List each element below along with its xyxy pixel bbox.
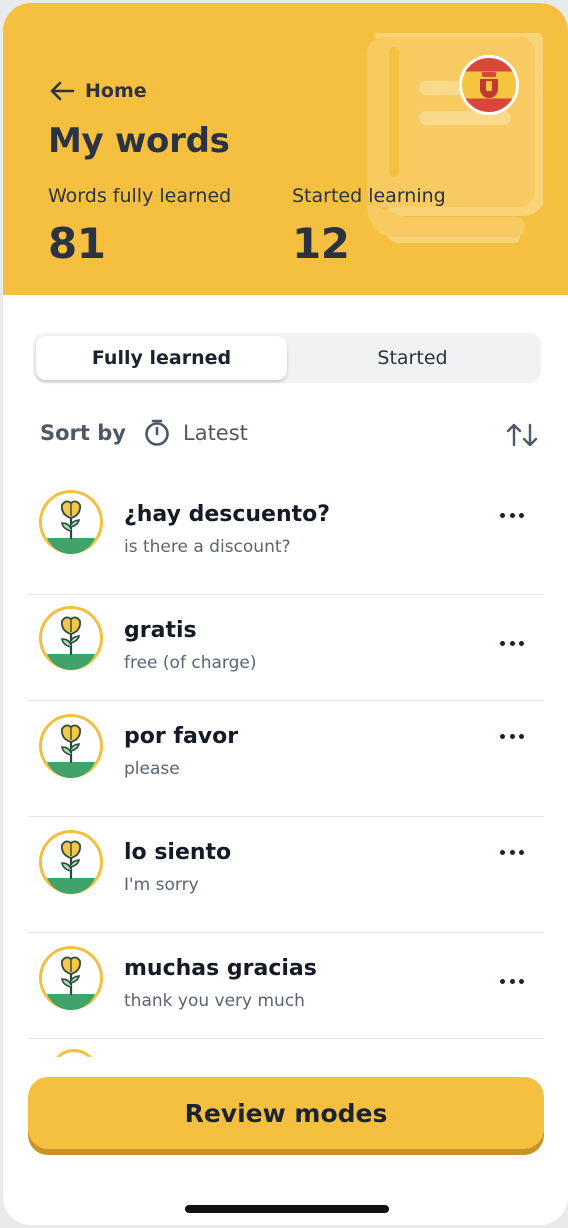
header: Home My words Words fully learned 81 Sta… [3, 3, 568, 295]
flower-badge-icon [39, 946, 103, 1010]
list-item[interactable]: lo siento I'm sorry [28, 817, 544, 933]
review-modes-button[interactable]: Review modes [28, 1077, 544, 1149]
stat-label-started: Started learning [292, 185, 446, 207]
list-item[interactable]: ¿hay descuento? is there a discount? [28, 475, 544, 595]
stat-label-fully-learned: Words fully learned [48, 185, 232, 207]
spain-flag-icon[interactable] [459, 55, 519, 115]
translation-text: free (of charge) [124, 653, 257, 673]
translation-text: thank you very much [124, 991, 305, 1011]
more-options-button[interactable] [496, 633, 528, 653]
more-options-button[interactable] [496, 842, 528, 862]
translation-text: please [124, 759, 180, 779]
sort-value: Latest [183, 421, 248, 445]
back-label: Home [85, 80, 147, 102]
stopwatch-icon [145, 419, 169, 446]
more-options-button[interactable] [496, 726, 528, 746]
word-text: gratis [124, 618, 197, 643]
app-screen: Home My words Words fully learned 81 Sta… [3, 3, 568, 1225]
word-text: ¿hay descuento? [124, 502, 331, 527]
home-indicator[interactable] [185, 1205, 389, 1213]
crest-icon [480, 72, 498, 98]
translation-text: I'm sorry [124, 875, 199, 895]
tab-switcher: Fully learned Started [33, 333, 541, 383]
page-title: My words [48, 121, 230, 161]
list-item[interactable]: gratis free (of charge) [28, 595, 544, 701]
book-illustration [367, 33, 543, 243]
word-text: lo siento [124, 840, 232, 865]
word-text: por favor [124, 724, 239, 749]
stat-value-started: 12 [292, 219, 350, 268]
word-text: muchas gracias [124, 956, 317, 981]
flower-badge-icon [39, 830, 103, 894]
sort-arrows-icon[interactable] [505, 421, 539, 449]
sort-dropdown[interactable]: Latest [143, 419, 248, 447]
sort-by-label: Sort by [40, 421, 126, 445]
tab-started[interactable]: Started [287, 336, 538, 380]
more-options-button[interactable] [496, 971, 528, 991]
arrow-left-icon [50, 81, 75, 101]
more-options-button[interactable] [496, 505, 528, 525]
flower-badge-icon [39, 714, 103, 778]
translation-text: is there a discount? [124, 537, 291, 557]
list-item[interactable]: por favor please [28, 701, 544, 817]
list-item[interactable]: muchas gracias thank you very much [28, 933, 544, 1039]
tab-fully-learned[interactable]: Fully learned [36, 336, 287, 380]
flower-badge-icon [39, 490, 103, 554]
back-button[interactable]: Home [49, 77, 147, 105]
stat-value-fully-learned: 81 [48, 219, 106, 268]
flower-badge-icon [39, 606, 103, 670]
